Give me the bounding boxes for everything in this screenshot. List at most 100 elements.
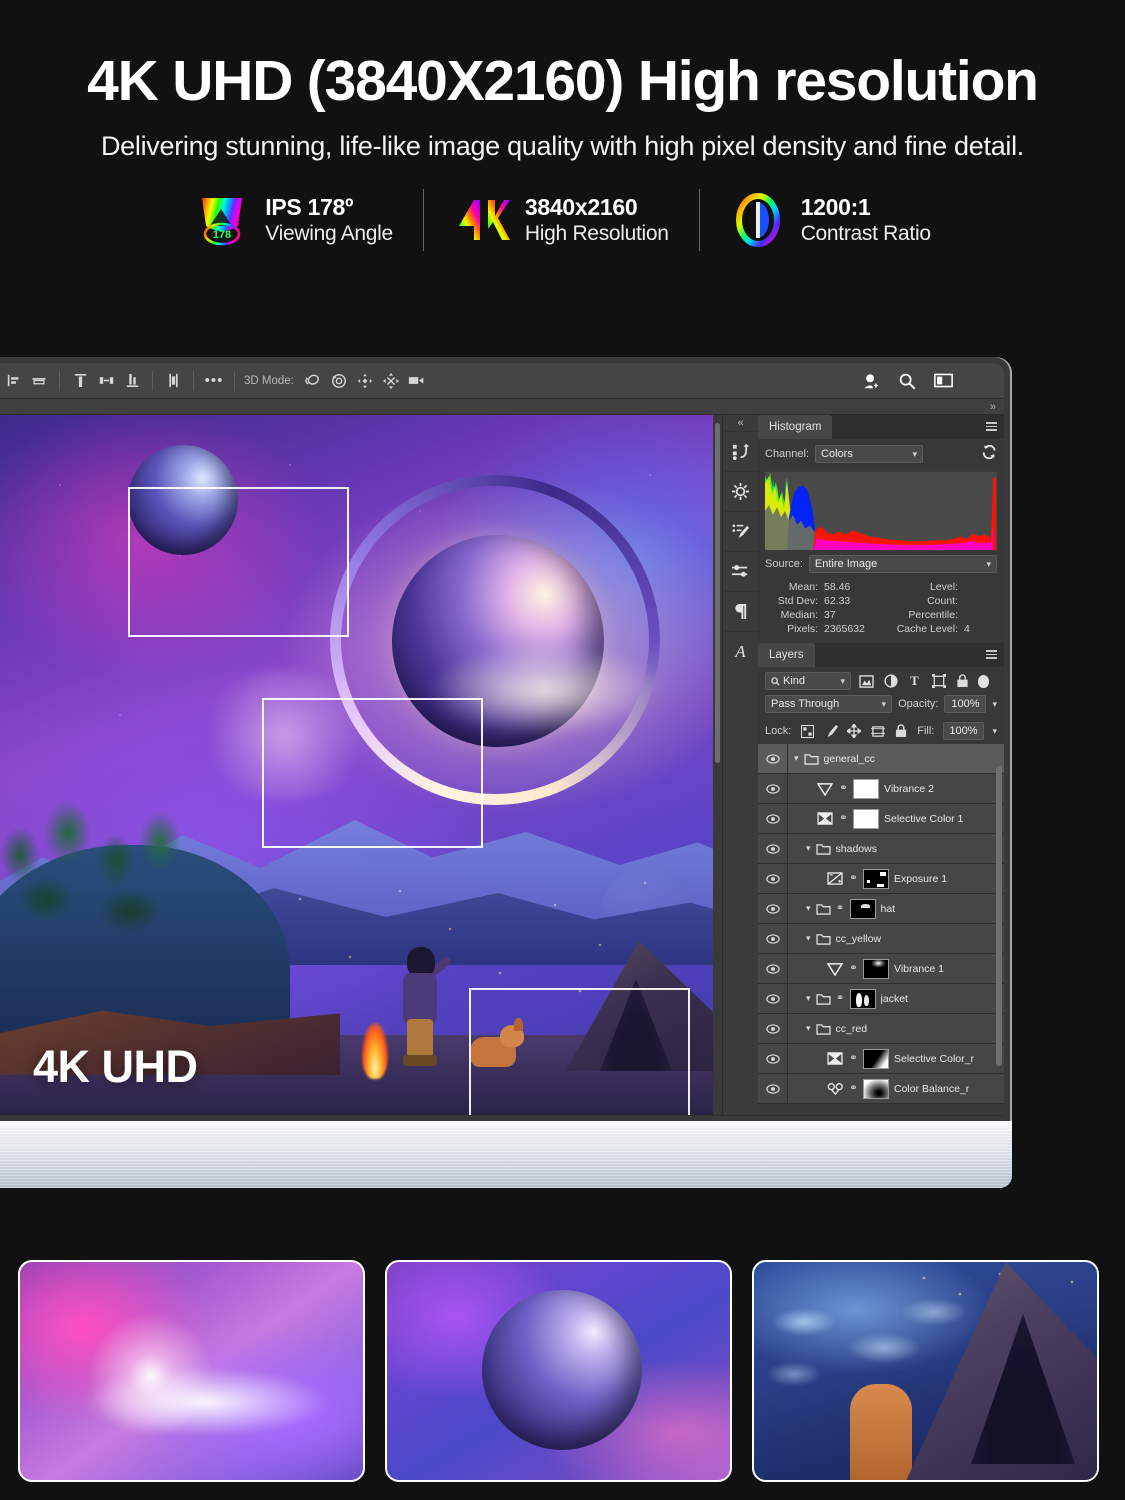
align-left-edges-icon[interactable] — [0, 369, 26, 393]
layer-row[interactable]: ⚭ Exposure 1 — [758, 864, 1004, 894]
eye-icon[interactable] — [758, 804, 788, 833]
blend-mode-select[interactable]: Pass Through ▾ — [765, 695, 893, 713]
link-mask-icon[interactable]: ⚭ — [849, 873, 858, 884]
layer-row[interactable]: ▾ cc_red — [758, 1014, 1004, 1044]
more-options-icon[interactable]: ••• — [201, 369, 227, 393]
chevron-down-icon[interactable]: ▾ — [992, 699, 997, 710]
lock-artboard-icon[interactable] — [870, 723, 885, 740]
adjustment-filter-icon[interactable] — [882, 673, 899, 690]
distribute-horizontal-icon[interactable] — [93, 369, 119, 393]
distribute-bottom-icon[interactable] — [119, 369, 145, 393]
fill-value[interactable]: 100% — [943, 722, 984, 740]
layer-row[interactable]: ▾ shadows — [758, 834, 1004, 864]
paragraph-icon[interactable] — [723, 591, 758, 631]
eye-icon[interactable] — [758, 834, 788, 863]
lock-transparent-icon[interactable] — [800, 723, 814, 740]
eye-icon[interactable] — [758, 1074, 788, 1103]
lock-position-icon[interactable] — [847, 723, 862, 740]
panel-menu-icon[interactable] — [986, 422, 997, 431]
channel-select[interactable]: Colors ▾ — [815, 445, 924, 463]
type-filter-icon[interactable]: T — [906, 673, 923, 690]
drag-3d-icon[interactable] — [352, 369, 378, 393]
distribute-top-icon[interactable] — [67, 369, 93, 393]
shape-filter-icon[interactable] — [930, 673, 947, 690]
camera-3d-icon[interactable] — [404, 369, 430, 393]
collapse-panels-icon[interactable]: » — [990, 401, 996, 413]
character-icon[interactable]: A — [723, 631, 758, 671]
adjustments-icon[interactable] — [723, 471, 758, 511]
search-icon[interactable] — [894, 369, 920, 393]
link-mask-icon[interactable]: ⚭ — [836, 903, 845, 914]
layers-scrollbar[interactable] — [996, 766, 1002, 1066]
selection-rectangle[interactable] — [262, 698, 483, 848]
brush-preset-icon[interactable] — [723, 511, 758, 551]
link-mask-icon[interactable]: ⚭ — [849, 1053, 858, 1064]
layer-row[interactable]: ▾ cc_yellow — [758, 924, 1004, 954]
workspace-icon[interactable] — [930, 369, 956, 393]
layer-row[interactable]: ⚭ Vibrance 2 — [758, 774, 1004, 804]
pixel-filter-icon[interactable] — [858, 673, 875, 690]
align-horizontal-center-icon[interactable] — [26, 369, 52, 393]
layer-row[interactable]: ⚭ Selective Color 1 — [758, 804, 1004, 834]
slide-3d-icon[interactable] — [378, 369, 404, 393]
eye-icon[interactable] — [758, 864, 788, 893]
refresh-icon[interactable] — [982, 444, 997, 464]
eye-icon[interactable] — [758, 1014, 788, 1043]
layer-mask-thumbnail[interactable] — [853, 778, 879, 799]
share-user-icon[interactable] — [858, 369, 884, 393]
group-disclosure-icon[interactable]: ▾ — [794, 753, 799, 764]
layer-row[interactable]: ⚭ Selective Color_r — [758, 1044, 1004, 1074]
lock-all-icon[interactable] — [894, 723, 908, 740]
layer-mask-thumbnail[interactable] — [853, 808, 879, 829]
layer-mask-thumbnail[interactable] — [849, 988, 876, 1009]
link-mask-icon[interactable]: ⚭ — [849, 1083, 858, 1094]
selection-rectangle[interactable] — [469, 988, 690, 1115]
layer-row[interactable]: ▾ general_cc — [758, 744, 1004, 774]
panel-menu-icon[interactable] — [986, 650, 997, 659]
lock-image-icon[interactable] — [824, 723, 838, 740]
link-mask-icon[interactable]: ⚭ — [849, 963, 858, 974]
layer-row[interactable]: ▾ ⚭ jacket — [758, 984, 1004, 1014]
eye-icon[interactable] — [758, 774, 788, 803]
eye-icon[interactable] — [758, 894, 788, 923]
roll-3d-icon[interactable] — [326, 369, 352, 393]
group-disclosure-icon[interactable]: ▾ — [806, 843, 811, 854]
eye-icon[interactable] — [758, 1044, 788, 1073]
eye-icon[interactable] — [758, 984, 788, 1013]
rail-collapse-icon[interactable]: « — [723, 415, 758, 431]
tab-layers[interactable]: Layers — [758, 643, 815, 667]
group-disclosure-icon[interactable]: ▾ — [806, 933, 811, 944]
chevron-down-icon[interactable]: chevron-down-icon — [966, 369, 992, 393]
layer-row[interactable]: ⚭ Vibrance 1 — [758, 954, 1004, 984]
layer-mask-thumbnail[interactable] — [863, 958, 889, 979]
layer-row[interactable]: ▾ ⚭ hat — [758, 894, 1004, 924]
rotate-3d-icon[interactable] — [300, 369, 326, 393]
thumbnail-ring-flare[interactable] — [18, 1260, 365, 1482]
group-disclosure-icon[interactable]: ▾ — [806, 993, 811, 1004]
link-mask-icon[interactable]: ⚭ — [836, 993, 845, 1004]
layer-mask-thumbnail[interactable] — [863, 1048, 889, 1069]
group-disclosure-icon[interactable]: ▾ — [806, 1023, 811, 1034]
eye-icon[interactable] — [758, 744, 788, 773]
layer-mask-thumbnail[interactable] — [863, 868, 889, 889]
slider-preset-icon[interactable] — [723, 551, 758, 591]
layers-list[interactable]: ▾ general_cc ⚭ Vibrance 2 ⚭ Selective Co… — [758, 744, 1004, 1115]
thumbnail-tent-dog[interactable] — [752, 1260, 1099, 1482]
layer-kind-filter[interactable]: Kind ▾ — [765, 672, 851, 690]
photoshop-canvas[interactable]: 4K UHD — [0, 415, 722, 1115]
canvas-scrollbar[interactable] — [713, 415, 722, 1115]
opacity-value[interactable]: 100% — [944, 695, 987, 713]
align-vertical-icon[interactable] — [160, 369, 186, 393]
history-icon[interactable] — [723, 431, 758, 471]
layer-mask-thumbnail[interactable] — [849, 898, 876, 919]
link-mask-icon[interactable]: ⚭ — [839, 783, 848, 794]
tab-histogram[interactable]: Histogram — [758, 415, 833, 439]
eye-icon[interactable] — [758, 954, 788, 983]
thumbnail-planet[interactable] — [385, 1260, 732, 1482]
layer-mask-thumbnail[interactable] — [863, 1078, 889, 1099]
layer-row[interactable]: ⚭ Color Balance_r — [758, 1074, 1004, 1104]
smart-object-filter-icon[interactable] — [954, 673, 971, 690]
filter-toggle-icon[interactable] — [978, 674, 989, 688]
group-disclosure-icon[interactable]: ▾ — [806, 903, 811, 914]
chevron-down-icon[interactable]: ▾ — [993, 726, 998, 737]
